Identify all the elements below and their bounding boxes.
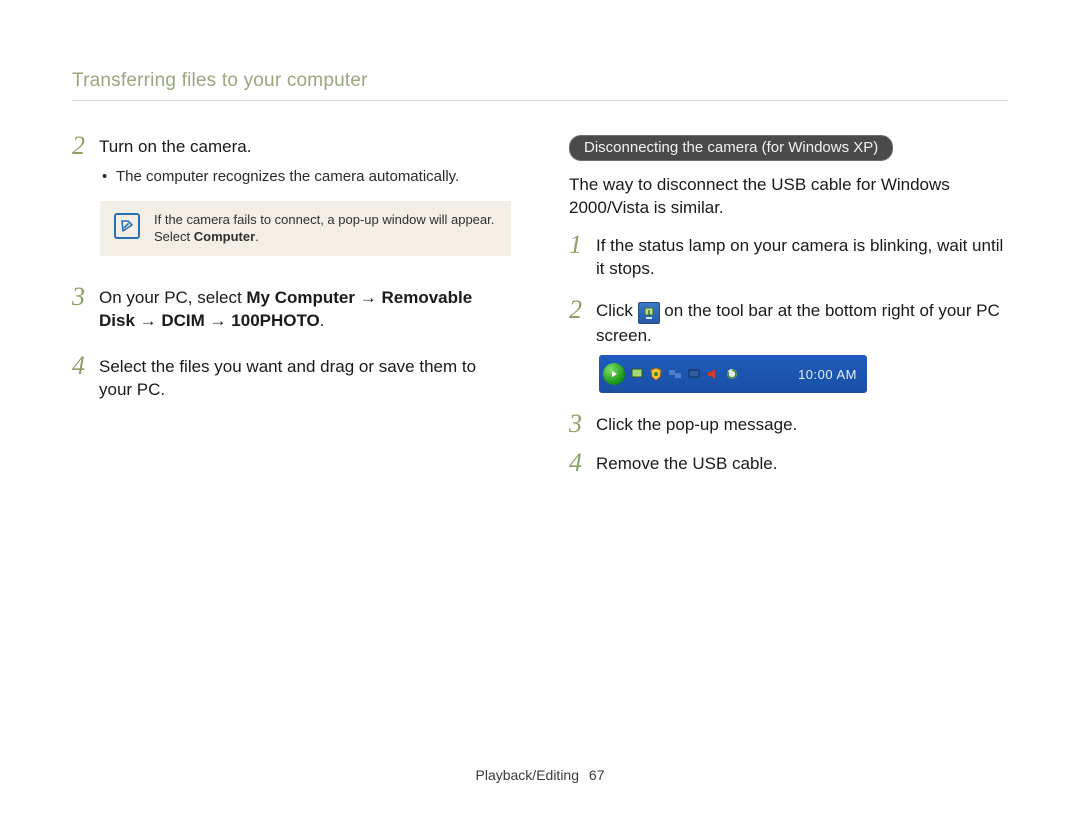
- right-step-4: 4 Remove the USB cable.: [569, 452, 1008, 476]
- right-step-1: 1 If the status lamp on your camera is b…: [569, 234, 1008, 281]
- step-number: 3: [72, 283, 85, 333]
- note-text: If the camera fails to connect, a pop-up…: [154, 211, 497, 246]
- step-number: 4: [569, 449, 582, 476]
- safely-remove-hardware-icon: [638, 302, 660, 324]
- step3-pre: On your PC, select: [99, 288, 246, 307]
- section-pill: Disconnecting the camera (for Windows XP…: [569, 135, 893, 161]
- left-step-3: 3 On your PC, select My Computer → Remov…: [72, 286, 511, 333]
- footer: Playback/Editing 67: [0, 767, 1080, 783]
- step-text: On your PC, select My Computer → Removab…: [99, 286, 511, 333]
- footer-page-number: 67: [589, 767, 605, 783]
- note-icon: [114, 213, 140, 239]
- step-text: Remove the USB cable.: [596, 452, 777, 476]
- arrow: →: [135, 311, 161, 330]
- columns: 2 Turn on the camera. The computer recog…: [72, 135, 1008, 484]
- arrow: →: [205, 311, 231, 330]
- step-text: Select the files you want and drag or sa…: [99, 355, 511, 402]
- note-text-bold: Computer: [194, 229, 255, 244]
- right-column: Disconnecting the camera (for Windows XP…: [569, 135, 1008, 484]
- taskbar-time: 10:00 AM: [792, 367, 863, 382]
- step3-b3: DCIM: [161, 311, 204, 330]
- step-text: If the status lamp on your camera is bli…: [596, 234, 1008, 281]
- step3-tail: .: [320, 311, 325, 330]
- page: Transferring files to your computer 2 Tu…: [0, 0, 1080, 815]
- safely-remove-tray-icon: [629, 366, 645, 382]
- step-number: 1: [569, 231, 582, 281]
- step-text: Click the pop-up message.: [596, 413, 797, 437]
- page-header: Transferring files to your computer: [72, 70, 1008, 101]
- step-text: Turn on the camera.: [99, 135, 251, 159]
- left-step-4: 4 Select the files you want and drag or …: [72, 355, 511, 402]
- monitor-tray-icon: [686, 366, 702, 382]
- updates-tray-icon: [724, 366, 740, 382]
- step-number: 3: [569, 410, 582, 437]
- shield-tray-icon: [648, 366, 664, 382]
- step-number: 2: [72, 132, 85, 159]
- step3-b1: My Computer: [246, 288, 355, 307]
- note-text-suffix: .: [255, 229, 259, 244]
- step-number: 4: [72, 352, 85, 402]
- note-box: If the camera fails to connect, a pop-up…: [100, 201, 511, 256]
- arrow: →: [355, 288, 381, 307]
- right-step-3: 3 Click the pop-up message.: [569, 413, 1008, 437]
- taskbar-screenshot: 10:00 AM: [599, 355, 867, 393]
- start-button-icon: [603, 363, 625, 385]
- step-number: 2: [569, 296, 582, 347]
- left-step-2: 2 Turn on the camera.: [72, 135, 511, 159]
- step2-pre: Click: [596, 301, 638, 320]
- intro-paragraph: The way to disconnect the USB cable for …: [569, 173, 1008, 220]
- left-column: 2 Turn on the camera. The computer recog…: [72, 135, 511, 484]
- footer-section: Playback/Editing: [476, 767, 580, 783]
- tray-icons: [629, 366, 788, 382]
- right-step-2: 2 Click on the tool bar at the bottom ri…: [569, 299, 1008, 347]
- sub-bullet: The computer recognizes the camera autom…: [102, 167, 511, 187]
- step-text: Click on the tool bar at the bottom righ…: [596, 299, 1008, 347]
- network-tray-icon: [667, 366, 683, 382]
- volume-tray-icon: [705, 366, 721, 382]
- step3-b4: 100PHOTO: [231, 311, 320, 330]
